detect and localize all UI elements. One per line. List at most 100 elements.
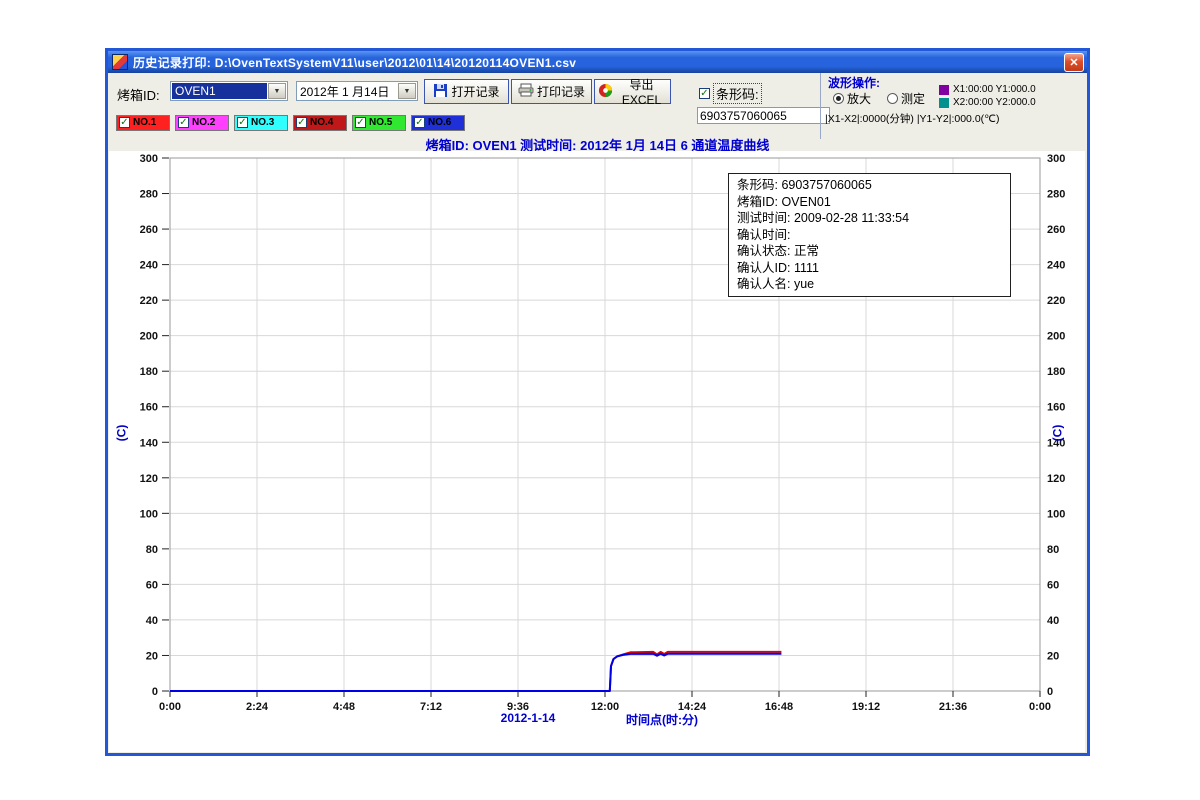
window-content: 烤箱ID: OVEN1 ▼ 2012年 1 月14日 ▼ 打开记录 打印记录 [108,73,1087,753]
x1y1-color-swatch [939,85,949,95]
y-tick-label-right: 20 [1047,650,1059,662]
y-axis-unit-right: (C) [1050,425,1064,442]
open-record-button[interactable]: 打开记录 [424,79,509,104]
y-axis-unit-left: (C) [114,425,128,442]
printer-icon [518,83,534,100]
y-tick-label-left: 0 [152,686,158,698]
x-tick-label: 21:36 [939,701,967,713]
y-tick-label-right: 240 [1047,260,1065,272]
chevron-down-icon[interactable]: ▼ [398,83,416,99]
checkbox-check-icon: ✓ [699,88,710,99]
y-tick-label-left: 40 [146,615,158,627]
desktop: 历史记录打印: D:\OvenTextSystemV11\user\2012\0… [0,0,1200,800]
channel-label: NO.3 [251,117,274,128]
channel-label: NO.4 [310,117,333,128]
y-tick-label-right: 120 [1047,473,1065,485]
x-tick-label: 0:00 [1029,701,1051,713]
infobox-line: 确认状态: 正常 [737,243,1002,260]
x-axis-date-label: 2012-1-14 [464,711,592,725]
y-tick-label-right: 100 [1047,508,1065,520]
barcode-checkbox[interactable]: ✓ 条形码: [699,83,762,104]
channel-checkbox-NO.3[interactable]: ✓NO.3 [234,115,288,131]
y-tick-label-left: 100 [140,508,158,520]
floppy-icon [433,83,448,101]
infobox-line: 烤箱ID: OVEN01 [737,194,1002,211]
titlebar[interactable]: 历史记录打印: D:\OvenTextSystemV11\user\2012\0… [108,51,1087,73]
y-tick-label-right: 260 [1047,224,1065,236]
checkbox-check-icon: ✓ [414,117,425,128]
x-tick-label: 16:48 [765,701,793,713]
channel-checkbox-NO.4[interactable]: ✓NO.4 [293,115,347,131]
series-NO.6 [170,654,781,691]
x-tick-label: 2:24 [246,701,269,713]
app-window: 历史记录打印: D:\OvenTextSystemV11\user\2012\0… [105,48,1090,756]
date-value: 2012年 1 月14日 [297,82,397,101]
x-tick-label: 19:12 [852,701,880,713]
delta-readout: |X1-X2|:0000(分钟) |Y1-Y2|:000.0(℃) [825,111,999,126]
zoom-radio[interactable]: 放大 [833,90,871,107]
y-tick-label-right: 80 [1047,544,1059,556]
y-tick-label-left: 180 [140,366,158,378]
y-tick-label-right: 280 [1047,189,1065,201]
record-infobox: 条形码: 6903757060065烤箱ID: OVEN01测试时间: 2009… [728,173,1011,297]
channel-label: NO.2 [192,117,215,128]
channel-checkbox-NO.1[interactable]: ✓NO.1 [116,115,170,131]
checkbox-check-icon: ✓ [178,117,189,128]
y-tick-label-right: 40 [1047,615,1059,627]
waveform-title: 波形操作: [828,74,880,91]
checkbox-check-icon: ✓ [119,117,130,128]
checkbox-check-icon: ✓ [355,117,366,128]
y-tick-label-right: 200 [1047,331,1065,343]
waveform-panel: 波形操作: 放大 测定 X1:00:00 Y1:000.0 X2:00:00 Y… [820,73,1087,139]
oven-id-value: OVEN1 [172,83,267,99]
y-tick-label-left: 240 [140,260,158,272]
y-tick-label-right: 0 [1047,686,1053,698]
measure-radio[interactable]: 测定 [887,90,925,107]
radio-selected-icon [833,93,844,104]
infobox-line: 确认人ID: 1111 [737,260,1002,277]
export-excel-button[interactable]: 导出EXCEL [594,79,671,104]
print-record-button[interactable]: 打印记录 [511,79,592,104]
y-tick-label-right: 160 [1047,402,1065,414]
chevron-down-icon[interactable]: ▼ [268,83,286,99]
y-tick-label-left: 280 [140,189,158,201]
checkbox-check-icon: ✓ [237,117,248,128]
infobox-line: 确认人名: yue [737,276,1002,293]
y-tick-label-left: 80 [146,544,158,556]
x-axis-label: 时间点(时:分) [587,711,737,728]
oven-id-combobox[interactable]: OVEN1 ▼ [170,81,288,101]
close-button[interactable]: ✕ [1064,53,1084,72]
channel-checkbox-NO.6[interactable]: ✓NO.6 [411,115,465,131]
y-tick-label-right: 300 [1047,153,1065,165]
channel-label: NO.5 [369,117,392,128]
x2y2-color-swatch [939,98,949,108]
window-title: 历史记录打印: D:\OvenTextSystemV11\user\2012\0… [133,54,576,71]
x-tick-label: 4:48 [333,701,355,713]
y-tick-label-left: 140 [140,437,158,449]
y-tick-label-left: 160 [140,402,158,414]
channel-label: NO.1 [133,117,156,128]
barcode-input[interactable] [697,107,830,124]
channel-label: NO.6 [428,117,451,128]
y-tick-label-left: 220 [140,295,158,307]
close-icon: ✕ [1069,56,1078,69]
y-tick-label-right: 220 [1047,295,1065,307]
infobox-line: 测试时间: 2009-02-28 11:33:54 [737,210,1002,227]
date-combobox[interactable]: 2012年 1 月14日 ▼ [296,81,418,101]
y-tick-label-right: 60 [1047,579,1059,591]
checkbox-check-icon: ✓ [296,117,307,128]
channel-checkbox-NO.5[interactable]: ✓NO.5 [352,115,406,131]
x1y1-readout: X1:00:00 Y1:000.0 [953,84,1036,95]
x2y2-readout: X2:00:00 Y2:000.0 [953,97,1036,108]
x-tick-label: 7:12 [420,701,442,713]
infobox-line: 确认时间: [737,227,1002,244]
y-tick-label-left: 300 [140,153,158,165]
print-record-label: 打印记录 [537,83,585,100]
app-icon [112,54,128,70]
channel-checkbox-row: ✓NO.1✓NO.2✓NO.3✓NO.4✓NO.5✓NO.6 [116,112,470,129]
chart-panel: 3003002802802602602402402202202002001801… [109,151,1085,752]
channel-checkbox-NO.2[interactable]: ✓NO.2 [175,115,229,131]
y-tick-label-left: 200 [140,331,158,343]
infobox-line: 条形码: 6903757060065 [737,177,1002,194]
export-excel-icon [598,83,613,101]
